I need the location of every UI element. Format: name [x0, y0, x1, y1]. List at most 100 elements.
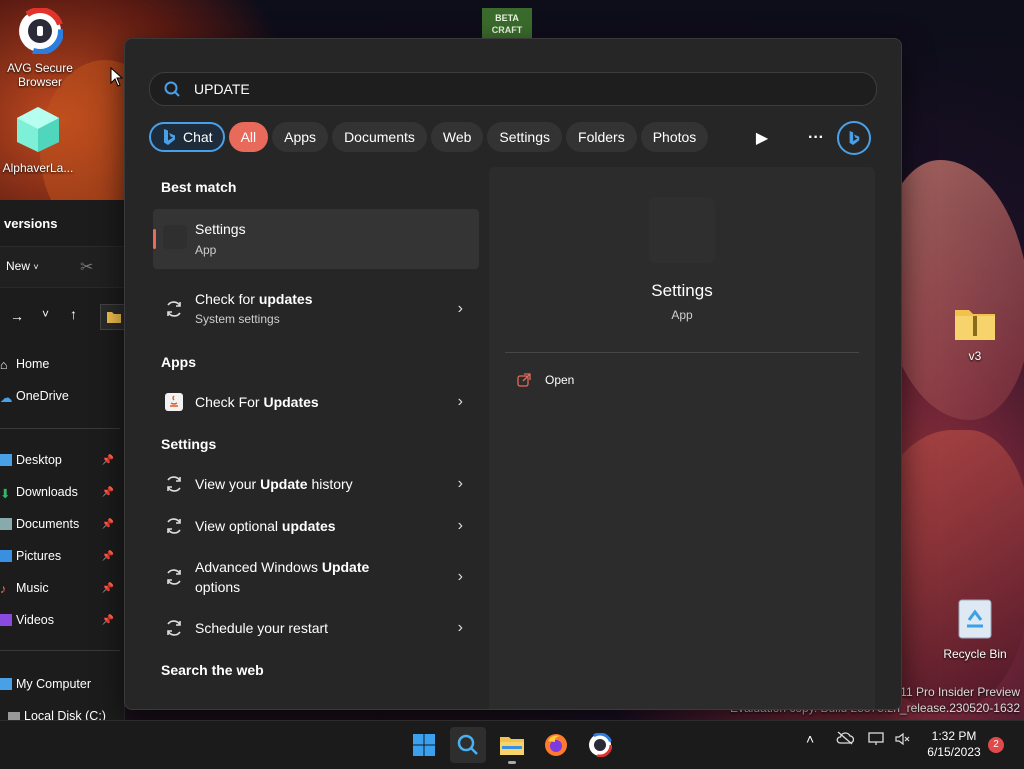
- nav-item-documents[interactable]: Documents 📌: [0, 510, 120, 538]
- recycle-bin-icon: [935, 596, 1015, 643]
- clock[interactable]: 1:32 PM 6/15/2023: [920, 728, 988, 760]
- download-icon: ⬇: [0, 487, 11, 501]
- desktop-icon-alphaver[interactable]: AlphaverLa...: [0, 104, 78, 175]
- result-title-prefix: View optional: [195, 518, 282, 534]
- desktop-icon-label: Recycle Bin: [943, 647, 1007, 661]
- open-action[interactable]: Open: [517, 373, 574, 387]
- refresh-icon: [163, 473, 185, 495]
- more-options-icon[interactable]: ···: [801, 123, 831, 153]
- folder-icon: [107, 312, 121, 323]
- new-button-label: New: [6, 259, 31, 273]
- taskbar-avg-browser[interactable]: [582, 727, 618, 763]
- result-title-prefix: View your: [195, 476, 261, 492]
- result-title-prefix: Check For: [195, 394, 264, 410]
- nav-item-downloads[interactable]: ⬇ Downloads 📌: [0, 478, 120, 506]
- nav-item-onedrive[interactable]: ☁ OneDrive: [0, 382, 120, 410]
- forward-icon[interactable]: →: [10, 308, 24, 324]
- result-app-check-for-updates[interactable]: Check For Updates ›: [153, 384, 479, 420]
- chip-web[interactable]: Web: [430, 122, 484, 152]
- network-icon[interactable]: [868, 731, 886, 750]
- desktop-icon-label: AlphaverLa...: [2, 161, 74, 175]
- chip-documents[interactable]: Documents: [332, 122, 427, 152]
- nav-item-home[interactable]: ⌂ Home: [0, 350, 120, 378]
- pin-icon: 📌: [101, 582, 114, 594]
- nav-label: OneDrive: [16, 389, 69, 403]
- result-title-prefix: Schedule your restart: [195, 620, 329, 636]
- result-schedule-restart[interactable]: Schedule your restart ›: [153, 610, 479, 646]
- nav-item-videos[interactable]: Videos 📌: [0, 606, 120, 634]
- desktop-icon-v3[interactable]: v3: [935, 304, 1015, 363]
- start-button[interactable]: [406, 727, 442, 763]
- new-button[interactable]: New ˅: [6, 259, 39, 273]
- selection-indicator: [153, 229, 156, 249]
- result-title-match: Update: [260, 476, 308, 492]
- preview-title: Settings: [651, 281, 713, 300]
- chip-label: Settings: [499, 129, 551, 145]
- cut-icon[interactable]: ✂: [80, 257, 93, 277]
- desktop-icon-label: v3: [968, 349, 982, 363]
- chevron-right-icon[interactable]: ›: [458, 475, 463, 493]
- nav-label: Home: [16, 357, 50, 371]
- play-icon[interactable]: ▶: [747, 123, 777, 153]
- result-check-for-updates[interactable]: Check for updates System settings ›: [153, 289, 479, 329]
- chip-settings[interactable]: Settings: [487, 122, 563, 152]
- bing-chat-button[interactable]: [837, 121, 871, 155]
- result-subtitle: System settings: [195, 312, 280, 326]
- search-box[interactable]: [149, 72, 877, 106]
- cloud-sync-icon[interactable]: [836, 731, 855, 748]
- avg-browser-icon: [588, 733, 612, 757]
- address-bar[interactable]: [100, 304, 126, 330]
- notification-badge[interactable]: 2: [988, 737, 1004, 753]
- chevron-right-icon[interactable]: ›: [458, 568, 463, 586]
- chip-chat[interactable]: Chat: [149, 122, 225, 152]
- chevron-down-icon: ˅: [33, 262, 39, 272]
- chevron-right-icon[interactable]: ›: [458, 393, 463, 411]
- nav-item-my-computer[interactable]: My Computer: [0, 670, 120, 698]
- up-arrow-icon[interactable]: ↑: [70, 306, 77, 322]
- pictures-icon: [0, 550, 12, 562]
- taskbar-firefox[interactable]: [538, 727, 574, 763]
- search-input[interactable]: [192, 80, 796, 98]
- result-advanced-windows-update[interactable]: Advanced Windows Update options ›: [153, 549, 479, 605]
- logo-text: CRAFT: [491, 25, 523, 35]
- nav-item-music[interactable]: ♪ Music 📌: [0, 574, 120, 602]
- chip-folders[interactable]: Folders: [566, 122, 637, 152]
- refresh-icon: [163, 566, 185, 588]
- result-preview-pane: Settings App Open: [489, 167, 875, 709]
- section-search-the-web: Search the web: [161, 662, 264, 678]
- result-title-match: Update: [321, 559, 370, 575]
- chip-label: Folders: [578, 129, 625, 145]
- section-apps: Apps: [161, 354, 196, 370]
- taskbar-file-explorer[interactable]: [494, 727, 530, 764]
- nav-label: Documents: [16, 517, 80, 531]
- bing-icon: [164, 129, 175, 145]
- chevron-right-icon[interactable]: ›: [458, 517, 463, 535]
- chevron-right-icon[interactable]: ›: [458, 300, 463, 318]
- java-app-icon: [163, 391, 185, 413]
- cloud-icon: ☁: [0, 391, 13, 405]
- disk-icon: [8, 712, 20, 720]
- filter-chips: Chat All Apps Documents Web Settings Fol…: [149, 121, 709, 153]
- desktop-icon-recycle-bin[interactable]: Recycle Bin: [935, 596, 1015, 661]
- chevron-down-icon[interactable]: ˅: [42, 307, 49, 321]
- desktop-icon-avg[interactable]: AVG Secure Browser: [0, 7, 80, 89]
- pin-icon: 📌: [101, 550, 114, 562]
- taskbar-search-button[interactable]: [450, 727, 486, 763]
- chevron-up-icon[interactable]: ˄: [806, 731, 814, 747]
- volume-muted-icon[interactable]: [894, 731, 910, 750]
- chip-apps[interactable]: Apps: [272, 122, 329, 152]
- nav-label: Desktop: [16, 453, 62, 467]
- result-title-prefix: Check for: [195, 291, 259, 307]
- nav-label: Videos: [16, 613, 54, 627]
- nav-item-pictures[interactable]: Pictures 📌: [0, 542, 120, 570]
- divider: [0, 650, 120, 651]
- result-view-optional-updates[interactable]: View optional updates ›: [153, 508, 479, 544]
- best-match-result[interactable]: Settings App: [153, 209, 479, 269]
- chip-all[interactable]: All: [228, 122, 269, 152]
- chevron-right-icon[interactable]: ›: [458, 619, 463, 637]
- pin-icon: 📌: [101, 518, 114, 530]
- search-icon: [164, 81, 180, 97]
- chip-photos[interactable]: Photos: [640, 122, 709, 152]
- result-view-update-history[interactable]: View your Update history ›: [153, 466, 479, 502]
- nav-item-desktop[interactable]: Desktop 📌: [0, 446, 120, 474]
